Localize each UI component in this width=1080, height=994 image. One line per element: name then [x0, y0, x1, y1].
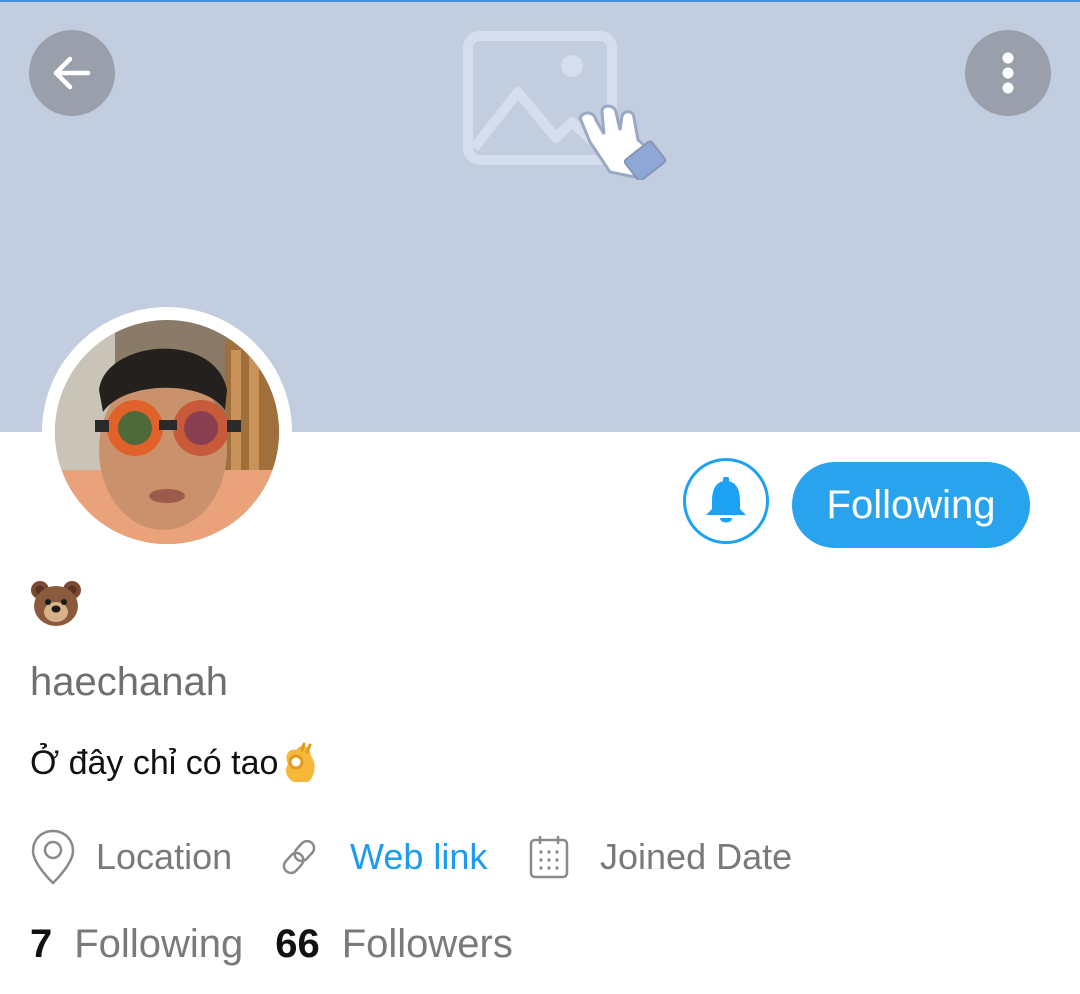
ok-hand-emoji-icon — [286, 742, 316, 782]
followers-label[interactable]: Followers — [342, 922, 513, 967]
joined-date-item: Joined Date — [528, 822, 792, 892]
profile-bio: Ở đây chỉ có tao — [30, 742, 318, 784]
joined-date-label: Joined Date — [600, 836, 793, 877]
location-item: Location — [30, 822, 232, 892]
following-count[interactable]: 7 — [30, 922, 52, 967]
more-options-button[interactable] — [965, 30, 1051, 116]
follow-stats: 7 Following 66 Followers — [30, 922, 545, 967]
bear-emoji-icon — [30, 580, 82, 628]
avatar-photo — [55, 320, 279, 544]
web-link-label[interactable]: Web link — [350, 836, 487, 878]
link-icon — [282, 839, 316, 875]
following-label[interactable]: Following — [74, 922, 243, 967]
more-vertical-icon — [1002, 52, 1014, 94]
followers-count[interactable]: 66 — [275, 922, 320, 967]
web-link[interactable]: Web link — [278, 822, 487, 892]
image-placeholder-icon — [463, 31, 667, 180]
calendar-icon — [529, 836, 569, 879]
location-pin-icon — [31, 829, 75, 885]
profile-avatar[interactable] — [42, 307, 292, 557]
profile-meta-row: Location Web link Joined Date — [30, 822, 1030, 892]
following-button[interactable]: Following — [792, 462, 1030, 548]
arrow-left-icon — [53, 56, 91, 90]
bell-icon — [706, 477, 746, 523]
notifications-toggle-button[interactable] — [683, 458, 769, 544]
profile-handle: haechanah — [30, 660, 228, 704]
tap-hand-icon — [578, 104, 667, 180]
back-button[interactable] — [29, 30, 115, 116]
bio-text: Ở đây chỉ có tao — [30, 743, 279, 782]
location-label: Location — [96, 836, 233, 877]
